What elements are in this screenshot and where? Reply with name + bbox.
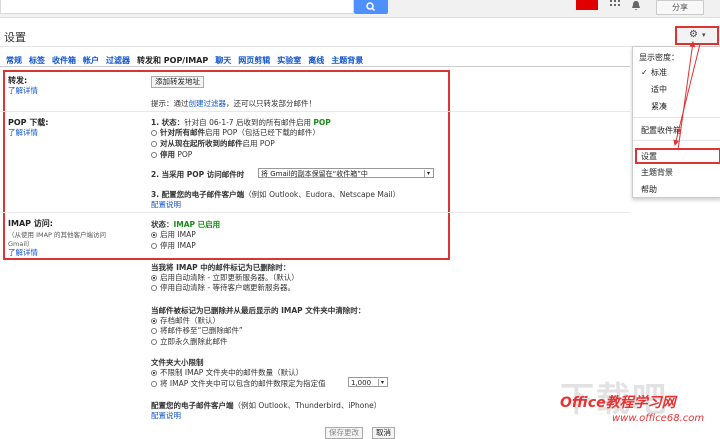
- watermark-url: www.office68.com: [612, 413, 705, 424]
- annotation-arrows: [673, 41, 701, 151]
- arrow-to-settings: [673, 43, 701, 146]
- watermark-brand: Office教程学习网: [560, 395, 676, 411]
- arrow-to-gear: [677, 41, 696, 151]
